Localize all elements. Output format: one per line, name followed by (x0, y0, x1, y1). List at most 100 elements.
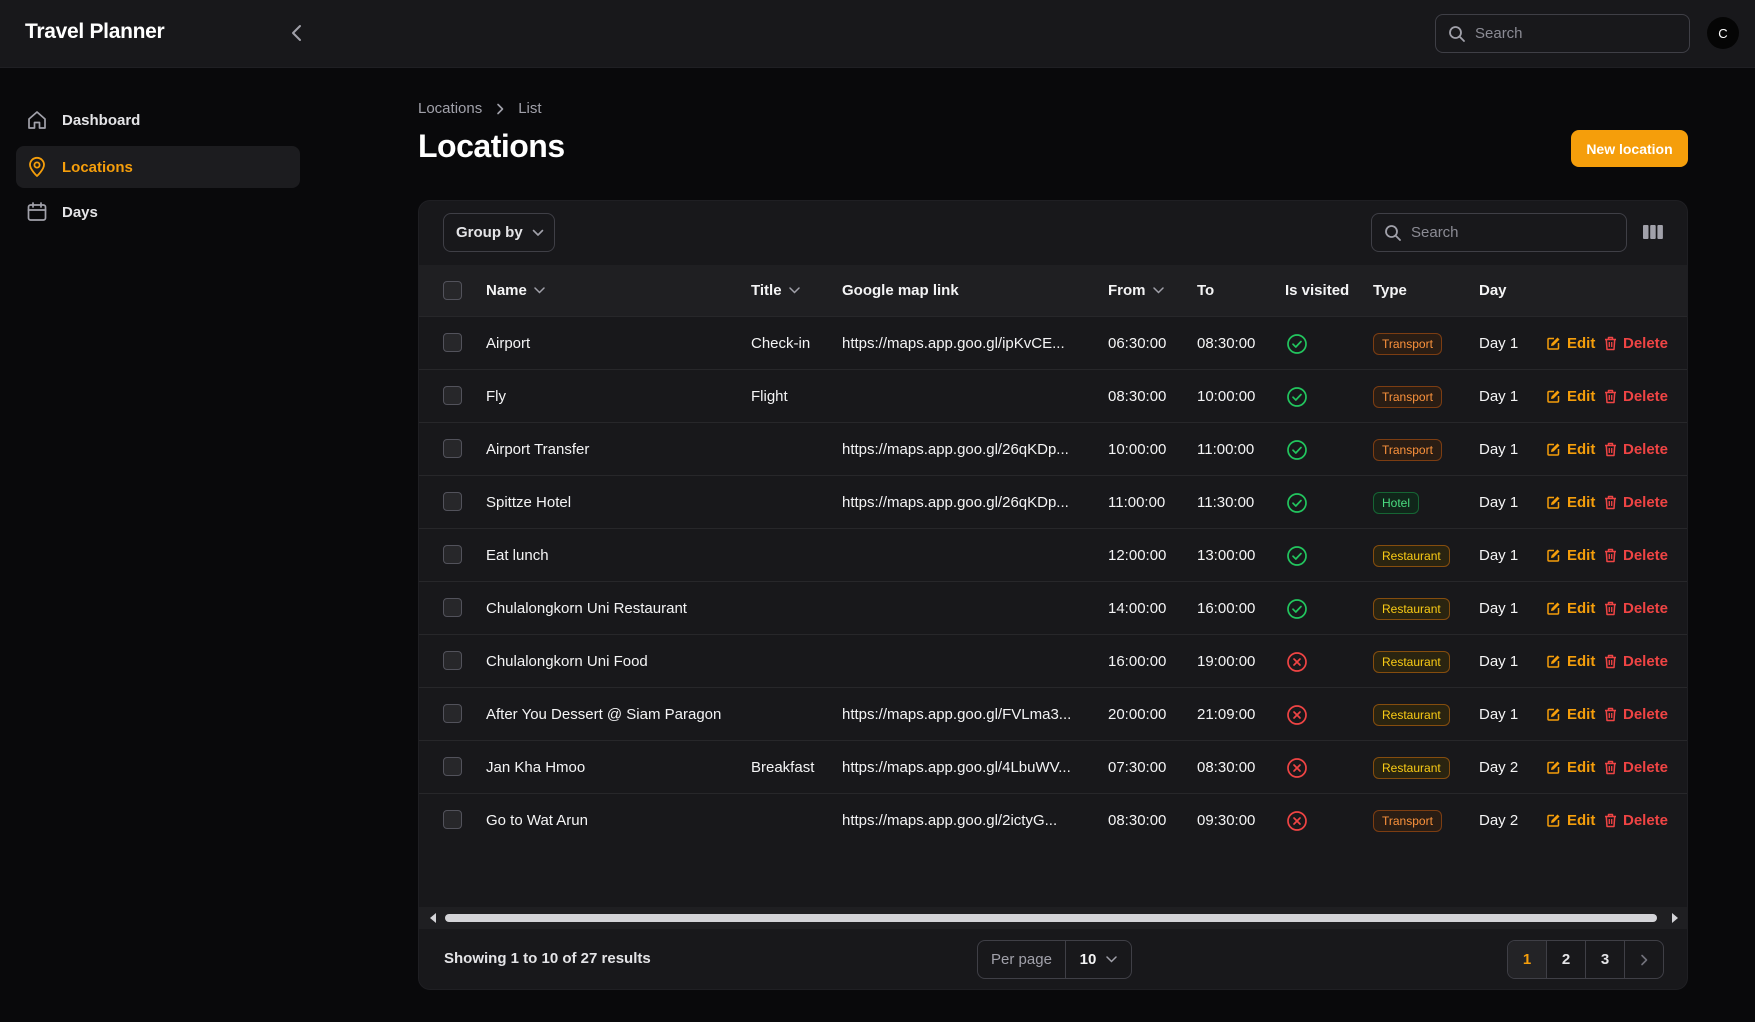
row-checkbox[interactable] (443, 333, 462, 352)
select-all-checkbox[interactable] (443, 281, 462, 300)
page-button-1[interactable]: 1 (1508, 941, 1547, 978)
horizontal-scrollbar[interactable] (419, 907, 1687, 929)
table-search-input[interactable] (1411, 224, 1601, 241)
table-row[interactable]: Chulalongkorn Uni Restaurant 14:00:00 16:0… (419, 581, 1687, 635)
per-page-value-text: 10 (1079, 951, 1097, 968)
group-by-button[interactable]: Group by (443, 213, 555, 252)
edit-button[interactable]: Edit (1546, 759, 1595, 776)
row-checkbox[interactable] (443, 545, 462, 564)
page-button-3[interactable]: 3 (1586, 941, 1625, 978)
table-row[interactable]: Chulalongkorn Uni Food 16:00:00 19:00:00 Re… (419, 634, 1687, 688)
row-checkbox[interactable] (443, 598, 462, 617)
new-location-button[interactable]: New location (1571, 130, 1688, 167)
edit-button[interactable]: Edit (1546, 388, 1595, 405)
table-row[interactable]: Airport Check-in https://maps.app.goo.gl/i… (419, 316, 1687, 370)
edit-button[interactable]: Edit (1546, 441, 1595, 458)
scroll-right-arrow-icon[interactable] (1668, 912, 1680, 924)
row-checkbox[interactable] (443, 386, 462, 405)
delete-button[interactable]: Delete (1604, 494, 1668, 511)
next-page-button[interactable] (1625, 941, 1663, 978)
edit-action[interactable]: Edit (1546, 688, 1595, 741)
delete-button[interactable]: Delete (1604, 441, 1668, 458)
edit-button[interactable]: Edit (1546, 812, 1595, 829)
per-page-value[interactable]: 10 (1066, 951, 1131, 968)
delete-action[interactable]: Delete (1604, 741, 1668, 794)
sidebar-item-dashboard[interactable]: Dashboard (16, 99, 300, 141)
cell-map-link[interactable]: https://maps.app.goo.gl/2ictyG... (842, 794, 1057, 847)
column-header-name[interactable]: Name (486, 265, 545, 316)
edit-button[interactable]: Edit (1546, 653, 1595, 670)
table-row[interactable]: Jan Kha Hmoo Breakfast https://maps.app.go… (419, 740, 1687, 794)
delete-action[interactable]: Delete (1604, 582, 1668, 635)
edit-button[interactable]: Edit (1546, 600, 1595, 617)
delete-button[interactable]: Delete (1604, 653, 1668, 670)
cell-map-link[interactable]: https://maps.app.goo.gl/ipKvCE... (842, 317, 1065, 370)
cell-type: Transport (1373, 423, 1442, 476)
cell-map-link[interactable]: https://maps.app.goo.gl/26qKDp... (842, 476, 1069, 529)
delete-action[interactable]: Delete (1604, 635, 1668, 688)
table-row[interactable]: Fly Flight 08:30:00 10:00:00 Transport Day 1 E… (419, 369, 1687, 423)
table-row[interactable]: After You Dessert @ Siam Paragon https://… (419, 687, 1687, 741)
delete-action[interactable]: Delete (1604, 688, 1668, 741)
edit-button[interactable]: Edit (1546, 547, 1595, 564)
delete-button[interactable]: Delete (1604, 335, 1668, 352)
scroll-left-arrow-icon[interactable] (428, 912, 440, 924)
table-search[interactable] (1371, 213, 1627, 252)
row-checkbox[interactable] (443, 492, 462, 511)
collapse-sidebar-button[interactable] (286, 22, 308, 44)
scrollbar-thumb[interactable] (445, 914, 1657, 922)
column-header-day: Day (1479, 265, 1507, 316)
user-avatar[interactable]: C (1707, 17, 1739, 49)
cell-day: Day 2 (1479, 759, 1519, 776)
cell-map-link[interactable]: https://maps.app.goo.gl/4LbuWV... (842, 741, 1071, 794)
page-button-2[interactable]: 2 (1547, 941, 1586, 978)
delete-action[interactable]: Delete (1604, 370, 1668, 423)
edit-action[interactable]: Edit (1546, 635, 1595, 688)
edit-action[interactable]: Edit (1546, 741, 1595, 794)
delete-action[interactable]: Delete (1604, 529, 1668, 582)
edit-button[interactable]: Edit (1546, 494, 1595, 511)
table-row[interactable]: Go to Wat Arun https://maps.app.goo.gl/2i… (419, 793, 1687, 847)
row-checkbox[interactable] (443, 704, 462, 723)
edit-action[interactable]: Edit (1546, 582, 1595, 635)
trash-icon (1604, 707, 1623, 722)
edit-button[interactable]: Edit (1546, 706, 1595, 723)
edit-action[interactable]: Edit (1546, 794, 1595, 847)
table-row[interactable]: Eat lunch 12:00:00 13:00:00 Restaurant Day 1… (419, 528, 1687, 582)
columns-toggle-icon[interactable] (1642, 222, 1664, 242)
type-badge: Restaurant (1373, 650, 1450, 673)
row-checkbox[interactable] (443, 439, 462, 458)
delete-button[interactable]: Delete (1604, 600, 1668, 617)
edit-action[interactable]: Edit (1546, 370, 1595, 423)
edit-action[interactable]: Edit (1546, 317, 1595, 370)
column-header-title[interactable]: Title (751, 265, 800, 316)
delete-action[interactable]: Delete (1604, 476, 1668, 529)
delete-action[interactable]: Delete (1604, 317, 1668, 370)
sidebar-item-locations[interactable]: Locations (16, 146, 300, 188)
edit-action[interactable]: Edit (1546, 423, 1595, 476)
global-search[interactable] (1435, 14, 1690, 53)
breadcrumb-parent-link[interactable]: Locations (418, 100, 482, 117)
edit-action[interactable]: Edit (1546, 476, 1595, 529)
delete-button[interactable]: Delete (1604, 547, 1668, 564)
row-checkbox[interactable] (443, 810, 462, 829)
edit-action[interactable]: Edit (1546, 529, 1595, 582)
row-checkbox[interactable] (443, 757, 462, 776)
table-row[interactable]: Spittze Hotel https://maps.app.goo.gl/26q… (419, 475, 1687, 529)
delete-button[interactable]: Delete (1604, 812, 1668, 829)
column-header-from[interactable]: From (1108, 265, 1164, 316)
delete-action[interactable]: Delete (1604, 794, 1668, 847)
sidebar-item-days[interactable]: Days (16, 191, 300, 233)
edit-button[interactable]: Edit (1546, 335, 1595, 352)
per-page-select[interactable]: Per page 10 (977, 940, 1132, 979)
delete-button[interactable]: Delete (1604, 388, 1668, 405)
trash-icon (1604, 442, 1623, 457)
delete-action[interactable]: Delete (1604, 423, 1668, 476)
delete-button[interactable]: Delete (1604, 706, 1668, 723)
global-search-input[interactable] (1475, 25, 1665, 42)
cell-map-link[interactable]: https://maps.app.goo.gl/26qKDp... (842, 423, 1069, 476)
cell-map-link[interactable]: https://maps.app.goo.gl/FVLma3... (842, 688, 1071, 741)
row-checkbox[interactable] (443, 651, 462, 670)
delete-button[interactable]: Delete (1604, 759, 1668, 776)
table-row[interactable]: Airport Transfer https://maps.app.goo.gl/… (419, 422, 1687, 476)
